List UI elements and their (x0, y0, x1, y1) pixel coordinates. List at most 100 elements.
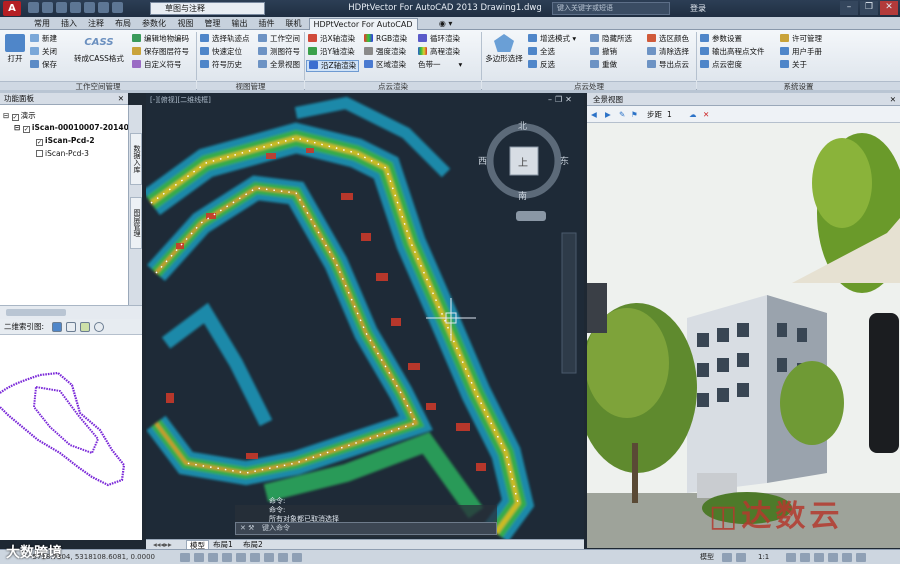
cloud-density-button[interactable]: 点云密度 (700, 60, 742, 70)
tab-data-import[interactable]: 数据入库 (130, 133, 142, 185)
close-button[interactable]: ✕ (880, 1, 898, 15)
ducs-icon[interactable] (264, 553, 274, 562)
custom-symbol-button[interactable]: 自定义符号 (132, 60, 182, 70)
scrollbar-thumb[interactable] (6, 309, 66, 316)
open-icon[interactable] (42, 2, 53, 13)
tab-2[interactable]: 注释 (84, 18, 108, 30)
region-render-button[interactable]: 区域渲染 (364, 60, 406, 70)
tree-node-pcd3[interactable]: iScan-Pcd-3 (36, 149, 89, 159)
hardware-icon[interactable] (828, 553, 838, 562)
dyn-icon[interactable] (278, 553, 288, 562)
close-icon[interactable]: ✕ (703, 106, 709, 123)
annotation-icon[interactable] (786, 553, 796, 562)
isolate-icon[interactable] (842, 553, 852, 562)
close-icon[interactable]: ✕ (118, 93, 124, 105)
lock-icon[interactable] (814, 553, 824, 562)
ortho-icon[interactable] (208, 553, 218, 562)
tab-9[interactable]: 联机 (282, 18, 306, 30)
undo-icon[interactable] (84, 2, 95, 13)
bookmark-icon[interactable]: ⚑ (631, 106, 638, 123)
redo-button[interactable]: 重做 (590, 60, 617, 70)
pan-icon[interactable] (80, 322, 90, 332)
polar-icon[interactable] (222, 553, 232, 562)
login-button[interactable]: 登录 (690, 2, 706, 15)
tab-0[interactable]: 常用 (30, 18, 54, 30)
tree-node-scan[interactable]: ⊟ ✓ iScan-00010007-2014040 (14, 123, 139, 133)
tab-6[interactable]: 管理 (201, 18, 225, 30)
viewport-icon[interactable] (736, 553, 746, 562)
workspace-dropdown[interactable]: 草图与注释 (150, 2, 265, 15)
zoom-out-icon[interactable] (66, 322, 76, 332)
export-cloud-button[interactable]: 导出点云 (647, 60, 689, 70)
tab-overflow-icon[interactable]: ◉ ▾ (435, 18, 457, 30)
tree-node-pcd2[interactable]: ✓ iScan-Pcd-2 (36, 136, 95, 146)
tab-7[interactable]: 输出 (228, 18, 252, 30)
checkbox[interactable] (36, 150, 43, 157)
otrack-icon[interactable] (250, 553, 260, 562)
param-settings-button[interactable]: 参数设置 (700, 34, 742, 44)
save-layer-button[interactable]: 保存图层符号 (132, 47, 189, 57)
index-map[interactable] (0, 335, 142, 540)
reset-icon[interactable] (94, 322, 104, 332)
full-view-button[interactable]: 全景视图 (258, 60, 300, 70)
export-elevation-button[interactable]: 输出高程点文件 (700, 47, 765, 57)
layout-icon[interactable] (722, 553, 732, 562)
prev-arrow-icon[interactable]: ◀ (591, 106, 597, 123)
viewcube-top[interactable]: 上 (518, 154, 528, 169)
new-button[interactable]: 新建 (30, 34, 57, 44)
lineweight-icon[interactable] (292, 553, 302, 562)
select-track-button[interactable]: 选择轨迹点 (200, 34, 250, 44)
save-button[interactable]: 保存 (30, 60, 57, 70)
cloud-icon[interactable]: ☁ (689, 106, 697, 123)
workspace-switch-icon[interactable] (800, 553, 810, 562)
elevation-render-button[interactable]: 高程渲染 (418, 47, 460, 57)
tree-scrollbar[interactable] (0, 305, 142, 319)
tab-3[interactable]: 布局 (111, 18, 135, 30)
license-button[interactable]: 许可管理 (780, 34, 822, 44)
region-color-button[interactable]: 选区颜色 (647, 34, 689, 44)
tree-node-demo[interactable]: ⊟ ✓ 演示 (3, 111, 36, 121)
x-axis-render-button[interactable]: 沿X轴渲染 (308, 34, 355, 44)
point-cloud-viewport[interactable]: 北 南 东 西 上 (146, 93, 584, 540)
close-project-button[interactable]: 关闭 (30, 47, 57, 57)
tab-1[interactable]: 插入 (57, 18, 81, 30)
plot-icon[interactable] (112, 2, 123, 13)
hide-selected-button[interactable]: 隐藏所选 (590, 34, 632, 44)
autocad-logo-icon[interactable]: A (3, 1, 21, 16)
panorama-image[interactable]: ◫达数云 (587, 123, 900, 548)
annotation-scale[interactable]: 1:1 (758, 550, 769, 564)
checkbox[interactable]: ✓ (36, 139, 43, 146)
tab-layer-manage[interactable]: 图层管理 (130, 197, 142, 249)
wrench-icon[interactable]: ✕ ⚒ (240, 524, 254, 532)
checkbox[interactable]: ✓ (11, 114, 19, 121)
next-arrow-icon[interactable]: ▶ (605, 106, 611, 123)
symbol-history-button[interactable]: 符号历史 (200, 60, 242, 70)
manual-button[interactable]: 用户手册 (780, 47, 822, 57)
edit-code-button[interactable]: 编辑地物编码 (132, 34, 189, 44)
redo-icon[interactable] (98, 2, 109, 13)
measure-symbol-button[interactable]: 测图符号 (258, 47, 300, 57)
step-value[interactable]: 1 (667, 106, 672, 123)
zoom-in-icon[interactable] (52, 322, 62, 332)
about-button[interactable]: 关于 (780, 60, 807, 70)
color-band-dropdown[interactable]: 色带一 ▾ (418, 60, 462, 70)
intensity-render-button[interactable]: 强度渲染 (364, 47, 406, 57)
workspace-button[interactable]: 工作空间 (258, 34, 300, 44)
search-input[interactable]: 键入关键字或短语 (552, 2, 670, 15)
save-icon[interactable] (56, 2, 67, 13)
osnap-icon[interactable] (236, 553, 246, 562)
restore-button[interactable]: ❐ (860, 1, 878, 15)
command-input[interactable]: 键入命令 (235, 522, 497, 535)
cycle-render-button[interactable]: 循环渲染 (418, 34, 460, 44)
polygon-select-button[interactable]: 多边形选择 (484, 34, 524, 64)
cass-convert-button[interactable]: CASS 转成CASS格式 (70, 34, 128, 64)
model-space-button[interactable]: 模型 (700, 550, 714, 564)
quick-locate-button[interactable]: 快速定位 (200, 47, 242, 57)
snap-icon[interactable] (180, 553, 190, 562)
new-icon[interactable] (28, 2, 39, 13)
viewport-controls[interactable]: [-][俯视][二维线框] (150, 95, 211, 105)
invert-select-button[interactable]: 反选 (528, 60, 555, 70)
tab-4[interactable]: 参数化 (138, 18, 170, 30)
checkbox[interactable]: ✓ (22, 126, 30, 133)
close-icon[interactable]: ✕ (890, 93, 896, 106)
